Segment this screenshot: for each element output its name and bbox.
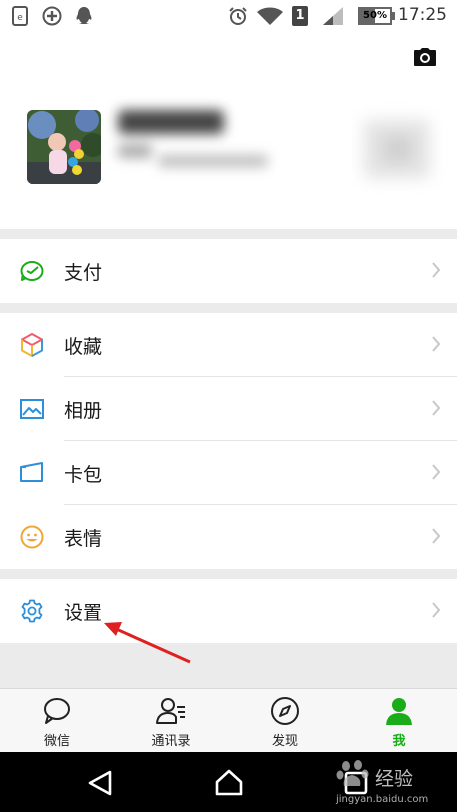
sim-slot-number: 1 [295,8,305,23]
favorites-cube-icon [21,333,43,357]
battery-icon: 50% [358,7,392,25]
tab-me[interactable]: 我 [342,689,456,753]
bottom-tab-bar: 微信 通讯录 发现 我 [0,688,457,752]
gear-icon [21,599,43,623]
card-wallet-icon [20,462,43,482]
wallet-check-icon [20,261,44,281]
menu-item-cards[interactable]: 卡包 [0,441,457,505]
empty-area [0,643,457,688]
signal-icon [323,7,343,25]
add-circle-icon [42,6,62,26]
wifi-icon [257,7,283,25]
tab-contacts[interactable]: 通讯录 [114,689,228,753]
chevron-right-icon [432,464,441,480]
tab-discover[interactable]: 发现 [228,689,342,753]
avatar-photo [27,110,101,184]
chevron-right-icon [432,528,441,544]
baidu-paw-logo [336,760,369,786]
home-icon[interactable] [214,768,244,796]
smiley-face-icon [20,525,44,549]
menu-item-favorites[interactable]: 收藏 [0,313,457,377]
tab-label-discover: 发现 [271,734,298,749]
section-divider [0,303,457,313]
chat-bubble-icon [44,698,70,724]
alarm-icon [229,7,247,25]
profile-header[interactable] [0,32,457,229]
notification-icon: e [12,6,28,26]
status-bar: e 1 50% 17:25 [0,0,457,32]
battery-percent: 50% [363,10,387,21]
menu-item-pay[interactable]: 支付 [0,239,457,303]
camera-icon[interactable] [413,47,437,67]
menu-item-stickers[interactable]: 表情 [0,505,457,569]
menu-item-settings[interactable]: 设置 [0,579,457,643]
wechat-id-blurred [158,152,278,172]
chevron-right-icon [432,336,441,352]
avatar[interactable] [27,110,101,184]
menu-label-album: 相册 [64,400,103,422]
menu-item-album[interactable]: 相册 [0,377,457,441]
watermark-url: jingyan.baidu.com [336,794,429,805]
watermark-brand: 经验 [375,768,414,790]
album-picture-icon [20,399,44,419]
menu-label-pay: 支付 [64,262,103,284]
compass-icon [271,697,299,725]
chevron-right-icon [432,602,441,618]
tab-label-contacts: 通讯录 [151,734,191,749]
back-icon[interactable] [86,770,114,796]
qr-code-blurred[interactable] [358,114,438,186]
contacts-icon [156,698,185,724]
menu-label-cards: 卡包 [64,464,103,486]
tab-chats[interactable]: 微信 [0,689,114,753]
chevron-right-icon [432,262,441,278]
svg-text:e: e [17,13,23,23]
person-icon [386,698,412,725]
system-nav-bar: 经验 jingyan.baidu.com [0,752,457,812]
battery-tip [392,12,395,20]
chevron-right-icon [432,400,441,416]
tab-label-chats: 微信 [43,734,70,749]
sim-icon: 1 [292,6,308,26]
tab-label-me: 我 [392,734,406,749]
annotation-arrow [104,622,191,664]
section-divider [0,569,457,579]
qq-icon [76,7,92,24]
section-divider [0,229,457,239]
menu-label-favorites: 收藏 [64,336,103,358]
clock-time: 17:25 [398,5,447,25]
menu-label-stickers: 表情 [64,528,103,550]
